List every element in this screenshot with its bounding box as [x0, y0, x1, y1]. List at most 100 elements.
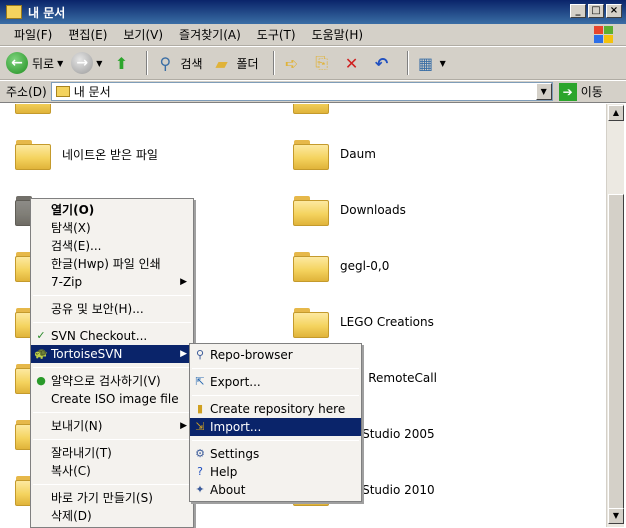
menu-item-보내기[interactable]: 보내기(N) ▶ — [31, 417, 193, 435]
back-label: 뒤로 — [32, 56, 55, 71]
menu-item-export[interactable]: ⇱ Export... — [190, 373, 361, 391]
file-name: Downloads — [340, 203, 406, 217]
folder-icon — [292, 104, 330, 114]
menu-item-label: 알약으로 검사하기(V) — [51, 374, 161, 388]
tortoisesvn-submenu: ⚲ Repo-browser ⇱ Export... ▮ Create repositor… — [189, 343, 362, 502]
help-icon: ? — [197, 465, 203, 478]
menu-item-label: 탐색(X) — [51, 221, 91, 235]
menu-view[interactable]: 보기(V) — [115, 26, 171, 43]
forward-arrow-icon: → — [71, 52, 94, 74]
menu-item-about[interactable]: ✦ About — [190, 481, 361, 499]
list-item[interactable]: 네이트온 받은 파일 — [14, 138, 158, 170]
folders-icon: ▰ — [215, 53, 228, 73]
about-icon: ✦ — [195, 483, 205, 496]
menu-item-알약으로-검사하기[interactable]: ● 알약으로 검사하기(V) — [31, 372, 193, 390]
list-item[interactable]: LEGO Creations — [292, 306, 434, 338]
list-item[interactable] — [14, 104, 52, 114]
list-item[interactable]: gegl-0,0 — [292, 250, 389, 282]
menu-tools[interactable]: 도구(T) — [249, 26, 304, 43]
scroll-down-button[interactable]: ▼ — [608, 508, 624, 524]
views-button[interactable]: ▦ ▼ — [415, 50, 446, 76]
menu-item-복사[interactable]: 복사(C) — [31, 462, 193, 480]
menu-edit[interactable]: 편집(E) — [60, 26, 115, 43]
menu-item-svn-checkout[interactable]: ✓ SVN Checkout... — [31, 327, 193, 345]
menu-favorites[interactable]: 즐겨찾기(A) — [171, 26, 249, 43]
folder-icon — [14, 104, 52, 114]
search-icon: ⚲ — [159, 53, 172, 73]
folder-icon — [6, 5, 22, 19]
menu-help[interactable]: 도움말(H) — [304, 26, 372, 43]
menu-item-label: 보내기(N) — [51, 419, 103, 433]
menu-item-help[interactable]: ? Help — [190, 463, 361, 481]
menu-item-settings[interactable]: ⚙ Settings — [190, 445, 361, 463]
go-button[interactable]: ➔ 이동 — [558, 82, 603, 101]
menu-item-탐색[interactable]: 탐색(X) — [31, 219, 193, 237]
views-icon: ▦ — [418, 53, 434, 73]
chevron-down-icon[interactable]: ▼ — [57, 59, 63, 68]
scroll-thumb[interactable] — [608, 194, 624, 509]
folders-label: 폴더 — [236, 56, 259, 71]
menu-item-repo-browser[interactable]: ⚲ Repo-browser — [190, 346, 361, 364]
menu-item-label: Create repository here — [210, 402, 346, 416]
toolbar: ← 뒤로 ▼ → ▼ ⬆ ⚲ 검색 ▰ 폴더 ➪ ⎘ ✕ ↶ ▦ ▼ — [0, 47, 626, 80]
delete-button[interactable]: ✕ — [341, 50, 363, 76]
menu-item-label: 복사(C) — [51, 464, 91, 478]
menu-separator — [33, 412, 191, 413]
file-name: 네이트온 받은 파일 — [62, 147, 158, 162]
search-button[interactable]: ⚲ 검색 — [154, 50, 203, 76]
menu-item-label: 바로 가기 만들기(S) — [51, 491, 153, 505]
menu-item-7-zip[interactable]: 7-Zip ▶ — [31, 273, 193, 291]
up-button[interactable]: ⬆ — [110, 50, 132, 76]
scroll-up-button[interactable]: ▲ — [608, 105, 624, 121]
menu-separator — [33, 484, 191, 485]
folders-button[interactable]: ▰ 폴더 — [211, 50, 259, 76]
address-input[interactable]: 내 문서 ▼ — [50, 82, 553, 101]
list-item[interactable]: Downloads — [292, 194, 406, 226]
menu-item-label: Import... — [210, 420, 262, 434]
menu-item-import[interactable]: ⇲ Import... — [190, 418, 361, 436]
menu-item-create-iso-image-file[interactable]: Create ISO image file — [31, 390, 193, 408]
menu-item-바로-가기-만들기[interactable]: 바로 가기 만들기(S) — [31, 489, 193, 507]
copy-to-button[interactable]: ⎘ — [311, 50, 333, 76]
menu-item-label: 공유 및 보안(H)... — [51, 302, 144, 316]
settings-icon: ⚙ — [195, 447, 205, 460]
list-item[interactable]: Daum — [292, 138, 376, 170]
maximize-button[interactable]: □ — [588, 4, 604, 18]
undo-button[interactable]: ↶ — [371, 50, 393, 76]
list-item[interactable] — [292, 104, 330, 114]
menu-item-잘라내기[interactable]: 잘라내기(T) — [31, 444, 193, 462]
menu-item-공유-및-보안[interactable]: 공유 및 보안(H)... — [31, 300, 193, 318]
menu-item-label: 열기(O) — [51, 203, 95, 217]
go-arrow-icon: ➔ — [558, 82, 577, 101]
address-bar: 주소(D) 내 문서 ▼ ➔ 이동 — [0, 81, 626, 103]
menu-item-검색[interactable]: 검색(E)... — [31, 237, 193, 255]
menu-item-create-repository-here[interactable]: ▮ Create repository here — [190, 400, 361, 418]
menu-item-label: 7-Zip — [51, 275, 83, 289]
back-arrow-icon: ← — [6, 52, 28, 74]
menu-item-열기[interactable]: 열기(O) — [31, 201, 193, 219]
menu-item-한글-파일-인쇄[interactable]: 한글(Hwp) 파일 인쇄 — [31, 255, 193, 273]
menu-item-tortoisesvn[interactable]: 🐢 TortoiseSVN ▶ — [31, 345, 193, 363]
folder-icon — [292, 250, 330, 282]
menu-file[interactable]: 파일(F) — [6, 26, 60, 43]
back-button[interactable]: ← 뒤로 ▼ — [6, 50, 63, 76]
chevron-down-icon[interactable]: ▼ — [96, 59, 102, 68]
export-icon: ⇱ — [195, 375, 205, 388]
svn-checkout-icon: ✓ — [36, 329, 46, 342]
menu-separator — [33, 295, 191, 296]
folder-icon — [14, 138, 52, 170]
vertical-scrollbar[interactable]: ▲ ▼ — [606, 104, 624, 527]
minimize-button[interactable]: _ — [570, 4, 586, 18]
menu-separator — [33, 322, 191, 323]
forward-button[interactable]: → ▼ — [71, 50, 102, 76]
chevron-down-icon: ▼ — [439, 58, 446, 68]
address-dropdown-button[interactable]: ▼ — [535, 83, 552, 100]
menu-item-label: Export... — [210, 375, 261, 389]
repo-browser-icon: ⚲ — [195, 348, 205, 361]
menu-item-label: 한글(Hwp) 파일 인쇄 — [51, 257, 161, 271]
windows-logo-icon — [588, 24, 618, 46]
menu-item-label: Create ISO image file — [51, 392, 179, 406]
close-button[interactable]: × — [606, 4, 622, 18]
move-to-button[interactable]: ➪ — [281, 50, 303, 76]
menu-item-삭제[interactable]: 삭제(D) — [31, 507, 193, 525]
